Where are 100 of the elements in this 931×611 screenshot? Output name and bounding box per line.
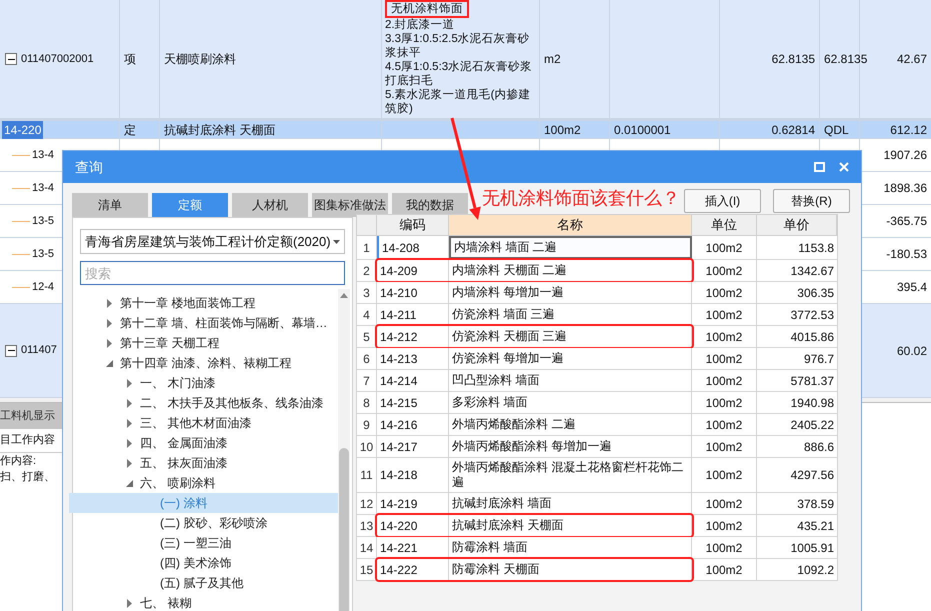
table-cell-text: 14-209 — [380, 262, 418, 280]
table-cell-text: QDL — [824, 122, 849, 138]
table-cell-text: 886.6 — [804, 438, 834, 456]
name-cell[interactable]: 防霉涂料 墙面 — [449, 537, 692, 558]
dialog-title: 查询 — [75, 158, 104, 176]
table-cell-text: 项 — [124, 51, 136, 68]
close-icon[interactable] — [839, 162, 849, 172]
collapse-toggle[interactable] — [5, 53, 17, 65]
table-row[interactable]: 7 14-214 凹凸型涂料 墙面 100m2 5781.37 — [356, 370, 838, 392]
tab[interactable]: 人材机 — [232, 193, 308, 217]
row-number: 1 — [363, 240, 370, 256]
table-cell-text: 1898.36 — [884, 180, 927, 197]
tab[interactable]: 清单 — [72, 193, 148, 217]
tree-item[interactable]: 七、 裱糊 — [69, 593, 338, 611]
name-cell[interactable]: 外墙丙烯酸酯涂料 二遍 — [449, 414, 692, 435]
tree-item[interactable]: 第十二章 墙、柱面装饰与隔断、幕墙… — [69, 313, 338, 333]
name-cell[interactable]: 内墙涂料 每增加一遍 — [449, 282, 692, 303]
name-cell[interactable]: 仿瓷涂料 墙面 三遍 — [449, 304, 692, 325]
table-row[interactable]: 14 14-221 防霉涂料 墙面 100m2 1005.91 — [356, 537, 838, 559]
table-cell[interactable]: 14-220 — [2, 120, 44, 138]
expand-caret-icon[interactable] — [105, 338, 113, 348]
collapse-toggle[interactable] — [5, 344, 17, 356]
table-cell-text: 976.7 — [804, 350, 834, 368]
collapse-caret-icon[interactable] — [125, 478, 133, 488]
collapse-caret-icon[interactable] — [105, 358, 113, 368]
tree-item[interactable]: 第十四章 油漆、涂料、裱糊工程 — [69, 353, 338, 373]
table-cell-text: 1940.98 — [790, 394, 834, 412]
tree-item[interactable]: (三) 一塑三油 — [69, 533, 338, 553]
column-header[interactable]: 名称 — [449, 215, 692, 235]
expand-caret-icon[interactable] — [125, 458, 133, 468]
table-cell-text: 抗碱封底涂料 天棚面 — [164, 122, 276, 138]
library-dropdown[interactable]: 青海省房屋建筑与装饰工程计价定额(2020) — [80, 229, 345, 254]
column-header[interactable]: 单价 — [757, 215, 837, 235]
name-cell[interactable]: 抗碱封底涂料 天棚面 — [449, 515, 692, 536]
tree-item[interactable]: 五、 抹灰面油漆 — [69, 453, 338, 473]
table-cell-text: 0.62814 — [772, 122, 815, 138]
tree-item[interactable]: 一、 木门油漆 — [69, 373, 338, 393]
table-row[interactable]: 5 14-212 仿瓷涂料 天棚面 三遍 100m2 4015.86 — [356, 326, 838, 348]
name-cell[interactable]: 仿瓷涂料 天棚面 三遍 — [449, 326, 692, 347]
tree-item[interactable]: 第十一章 楼地面装饰工程 — [69, 293, 338, 313]
table-row[interactable]: 10 14-217 外墙丙烯酸酯涂料 每增加一遍 100m2 886.6 — [356, 436, 838, 458]
table-cell-text: 14-216 — [380, 416, 418, 434]
name-cell[interactable]: 外墙丙烯酸酯涂料 每增加一遍 — [449, 436, 692, 457]
name-cell[interactable]: 内墙涂料 天棚面 二遍 — [449, 260, 692, 281]
maximize-icon[interactable] — [814, 162, 825, 172]
table-row[interactable]: 13 14-220 抗碱封底涂料 天棚面 100m2 435.21 — [356, 515, 838, 537]
tree-item[interactable]: 三、 其他木材面油漆 — [69, 413, 338, 433]
table-cell-text: 011407002001 — [21, 52, 94, 67]
tree-item[interactable]: (四) 美术涂饰 — [69, 553, 338, 573]
tree-item[interactable]: 第十三章 天棚工程 — [69, 333, 338, 353]
tab[interactable]: 图集标准做法 — [312, 193, 388, 217]
sheet-row[interactable]: 14-220 定 抗碱封底涂料 天棚面 100m2 0.0100001 0.62814 QDL 612.12 — [0, 119, 931, 139]
dialog-button[interactable]: 替换(R) — [773, 189, 850, 213]
table-row[interactable]: 2 14-209 内墙涂料 天棚面 二遍 100m2 1342.67 — [356, 260, 838, 282]
tree-item[interactable]: 六、 喷刷涂料 — [69, 473, 338, 493]
row-number: 13 — [360, 518, 374, 534]
table-cell-text: 100m2 — [544, 122, 581, 138]
name-cell[interactable]: 防霉涂料 天棚面 — [449, 559, 692, 580]
row-number: 11 — [360, 467, 373, 484]
table-row[interactable]: 4 14-211 仿瓷涂料 墙面 三遍 100m2 3772.53 — [356, 304, 838, 326]
scrollbar[interactable] — [338, 289, 350, 611]
name-cell[interactable]: 抗碱封底涂料 墙面 — [449, 493, 692, 514]
row-number: 5 — [363, 328, 370, 346]
name-cell[interactable]: 外墙丙烯酸酯涂料 混凝土花格窗栏杆花饰二遍 — [449, 458, 692, 492]
table-row[interactable]: 3 14-210 内墙涂料 每增加一遍 100m2 306.35 — [356, 282, 838, 304]
table-cell-text: 14-212 — [380, 328, 418, 346]
table-row[interactable]: 11 14-218 外墙丙烯酸酯涂料 混凝土花格窗栏杆花饰二遍 100m2 4297.56 — [356, 458, 838, 493]
expand-caret-icon[interactable] — [105, 298, 113, 308]
tree-item[interactable]: (五) 腻子及其他 — [69, 573, 338, 593]
row-number: 14 — [360, 540, 374, 556]
work-content-text: 扫、打磨、 — [0, 470, 56, 485]
table-cell-text: 天棚喷刷涂料 — [164, 51, 236, 68]
tree-item[interactable]: 四、 金属面油漆 — [69, 433, 338, 453]
sheet-row[interactable]: 011407002001 项 天棚喷刷涂料 无机涂料饰面 2.封底漆一道 3.3厚1:0.5:2.5水泥石灰膏砂浆抹平 4.5厚1:0.5:3水泥石灰膏砂浆打底扫毛 5.素水泥浆一道甩毛(内掺建筑胶) m2 62.8135 62.8135 42.67 — [0, 0, 931, 119]
expand-caret-icon[interactable] — [125, 398, 133, 408]
name-cell[interactable]: 仿瓷涂料 每增加一遍 — [449, 348, 692, 369]
dialog-button[interactable]: 插入(I) — [684, 189, 761, 213]
tree-item[interactable]: (二) 胶砂、彩砂喷涂 — [69, 513, 338, 533]
table-cell-text: 62.8135 — [824, 51, 868, 68]
search-field[interactable]: 搜索 — [80, 261, 345, 285]
table-row[interactable]: 1 14-208 内墙涂料 墙面 二遍 100m2 1153.8 — [356, 236, 838, 260]
table-row[interactable]: 15 14-222 防霉涂料 天棚面 100m2 1092.2 — [356, 559, 838, 581]
table-row[interactable]: 12 14-219 抗碱封底涂料 墙面 100m2 378.59 — [356, 493, 838, 515]
expand-caret-icon[interactable] — [125, 598, 133, 608]
name-cell[interactable]: 内墙涂料 墙面 二遍 — [449, 236, 692, 259]
table-row[interactable]: 9 14-216 外墙丙烯酸酯涂料 二遍 100m2 2405.22 — [356, 414, 838, 436]
expand-caret-icon[interactable] — [125, 438, 133, 448]
table-cell-text: m2 — [544, 51, 561, 68]
scroll-up-icon[interactable] — [340, 293, 348, 298]
name-cell[interactable]: 多彩涂料 墙面 — [449, 392, 692, 413]
name-cell[interactable]: 凹凸型涂料 墙面 — [449, 370, 692, 391]
tree-item[interactable]: 二、 木扶手及其他板条、线条油漆 — [69, 393, 338, 413]
expand-caret-icon[interactable] — [125, 418, 133, 428]
table-cell-text: 1907.26 — [884, 147, 927, 164]
table-cell-text: 13-4 — [32, 148, 54, 163]
table-row[interactable]: 6 14-213 仿瓷涂料 每增加一遍 100m2 976.7 — [356, 348, 838, 370]
column-header[interactable]: 单位 — [692, 215, 757, 235]
table-row[interactable]: 8 14-215 多彩涂料 墙面 100m2 1940.98 — [356, 392, 838, 414]
expand-caret-icon[interactable] — [125, 378, 133, 388]
expand-caret-icon[interactable] — [105, 318, 113, 328]
